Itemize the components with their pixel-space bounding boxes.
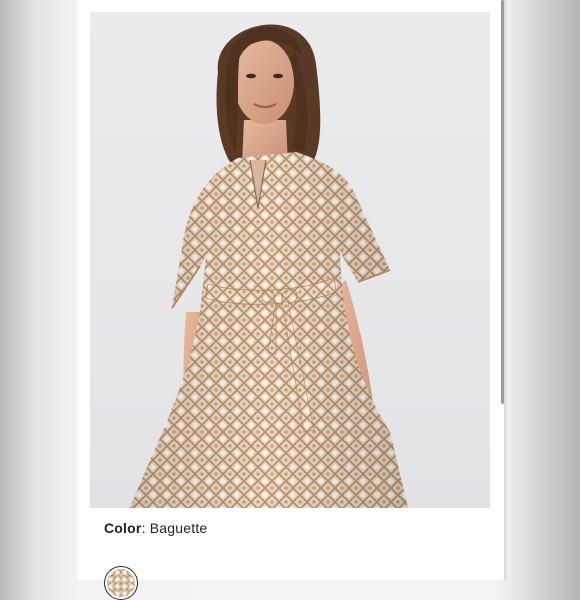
color-label: Color (104, 520, 142, 536)
scrollbar-thumb[interactable] (501, 0, 504, 404)
product-photo-icon (130, 24, 408, 508)
color-value: Baguette (149, 520, 208, 536)
color-selection-label: Color: Baguette (104, 520, 207, 536)
color-swatch-icon (107, 569, 135, 597)
color-separator: : (141, 520, 150, 536)
product-image[interactable] (90, 12, 490, 508)
color-swatch-baguette[interactable] (104, 566, 138, 600)
page-edge-shadow (504, 0, 508, 580)
